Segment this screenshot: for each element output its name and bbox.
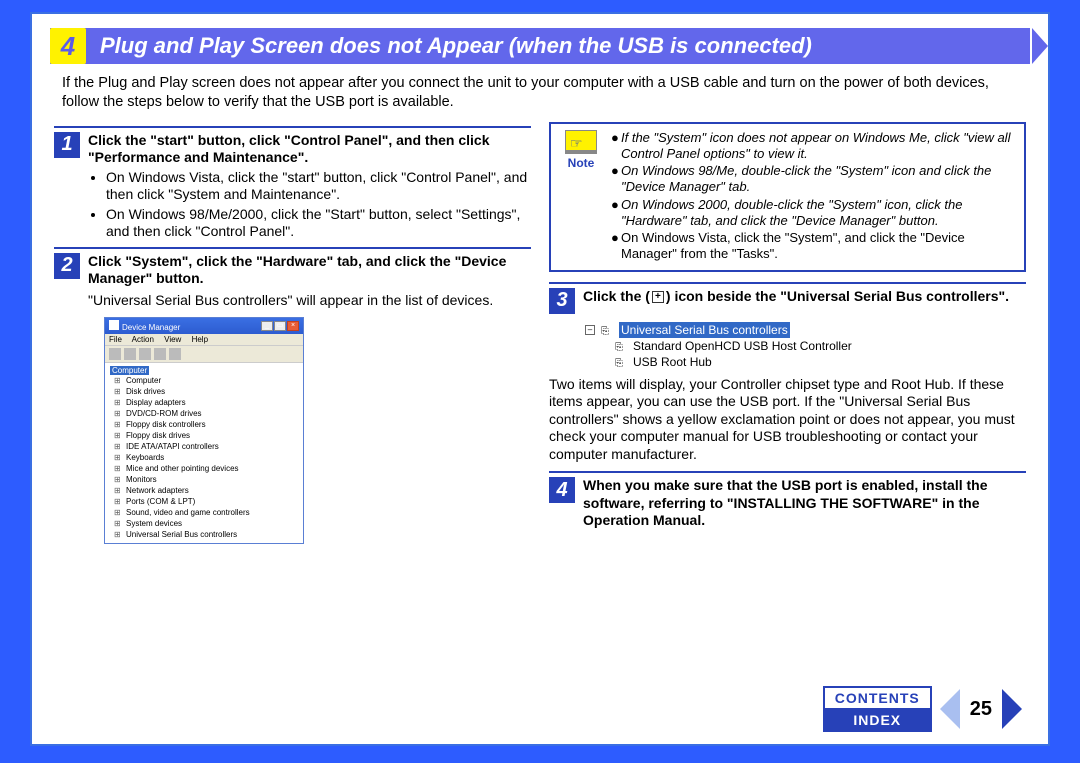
intro-paragraph: If the Plug and Play screen does not app…	[62, 74, 1022, 112]
prev-page-icon[interactable]	[940, 689, 960, 729]
step-1-heading: Click the "start" button, click "Control…	[88, 132, 490, 166]
dm-tree-item: Display adapters	[126, 397, 298, 408]
usb-icon: ⎘	[601, 324, 615, 336]
step-number-1: 1	[54, 132, 80, 158]
page: 4 Plug and Play Screen does not Appear (…	[30, 12, 1050, 746]
step-3-paragraph: Two items will display, your Controller …	[549, 376, 1026, 464]
note-item-4: On Windows Vista, click the "System", an…	[621, 230, 1016, 263]
note-list: ●If the "System" icon does not appear on…	[611, 130, 1016, 264]
note-icon: ☞	[565, 130, 597, 154]
section-number-badge: 4	[50, 28, 86, 64]
dm-tree-root: Computer	[110, 366, 149, 375]
index-button[interactable]: INDEX	[825, 710, 930, 730]
toolbar-icon	[124, 348, 136, 360]
divider	[549, 471, 1026, 473]
content-columns: 1 Click the "start" button, click "Contr…	[54, 122, 1026, 545]
dm-menu-file: File	[109, 335, 122, 344]
step-1-body: Click the "start" button, click "Control…	[88, 132, 531, 243]
plus-icon: +	[652, 291, 664, 303]
dm-tree-item: Network adapters	[126, 485, 298, 496]
dm-tree-item: Monitors	[126, 474, 298, 485]
toolbar-icon	[154, 348, 166, 360]
step-2-body: Click "System", click the "Hardware" tab…	[88, 253, 531, 288]
nav-button-group: CONTENTS INDEX	[823, 686, 932, 732]
dm-app-icon	[109, 320, 119, 330]
step-3: 3 Click the (+) icon beside the "Univers…	[549, 288, 1026, 314]
next-page-icon[interactable]	[1002, 689, 1022, 729]
footer-nav: CONTENTS INDEX 25	[823, 686, 1022, 732]
right-column: ☞ Note ●If the "System" icon does not ap…	[549, 122, 1026, 545]
dm-toolbar	[105, 346, 303, 363]
step-3-head-a: Click the (	[583, 288, 650, 304]
dm-tree: Computer Computer Disk drives Display ad…	[105, 363, 303, 543]
usb-tree-root: Universal Serial Bus controllers	[619, 322, 790, 338]
note-item-1: If the "System" icon does not appear on …	[621, 130, 1016, 163]
dm-tree-item: IDE ATA/ATAPI controllers	[126, 441, 298, 452]
note-item-2: On Windows 98/Me, double-click the "Syst…	[621, 163, 1016, 196]
toolbar-icon	[139, 348, 151, 360]
close-icon: ×	[287, 321, 299, 331]
step-3-body: Click the (+) icon beside the "Universal…	[583, 288, 1026, 314]
dm-tree-item: Mice and other pointing devices	[126, 463, 298, 474]
note-icon-column: ☞ Note	[559, 130, 603, 264]
dm-menu-help: Help	[192, 335, 208, 344]
minimize-icon: _	[261, 321, 273, 331]
step-number-3: 3	[549, 288, 575, 314]
usb-tree-child-1: Standard OpenHCD USB Host Controller	[633, 338, 852, 354]
toolbar-icon	[109, 348, 121, 360]
dm-tree-item: Computer	[126, 375, 298, 386]
dm-tree-item: Universal Serial Bus controllers	[126, 529, 298, 540]
dm-menu-action: Action	[132, 335, 154, 344]
toolbar-icon	[169, 348, 181, 360]
dm-menu-view: View	[164, 335, 181, 344]
step-4-heading: When you make sure that the USB port is …	[583, 477, 988, 528]
step-number-4: 4	[549, 477, 575, 503]
arrow-right-icon	[1032, 28, 1048, 64]
step-4-body: When you make sure that the USB port is …	[583, 477, 1026, 530]
step-1-bullet-1: On Windows Vista, click the "start" butt…	[106, 169, 531, 204]
usb-icon: ⎘	[615, 340, 629, 352]
note-item-3: On Windows 2000, double-click the "Syste…	[621, 197, 1016, 230]
step-1-bullet-2: On Windows 98/Me/2000, click the "Start"…	[106, 206, 531, 241]
section-title-bar: 4 Plug and Play Screen does not Appear (…	[50, 28, 1030, 64]
dm-tree-item: DVD/CD-ROM drives	[126, 408, 298, 419]
divider	[54, 126, 531, 128]
usb-tree-child-2: USB Root Hub	[633, 354, 712, 370]
section-heading: Plug and Play Screen does not Appear (wh…	[100, 33, 812, 59]
hand-point-icon: ☞	[570, 135, 583, 152]
step-2-heading: Click "System", click the "Hardware" tab…	[88, 253, 506, 287]
dm-tree-item: System devices	[126, 518, 298, 529]
dm-tree-item: Disk drives	[126, 386, 298, 397]
dm-tree-item: Floppy disk controllers	[126, 419, 298, 430]
note-box: ☞ Note ●If the "System" icon does not ap…	[549, 122, 1026, 272]
step-3-head-b: ) icon beside the "Universal Serial Bus …	[666, 288, 1009, 304]
step-1: 1 Click the "start" button, click "Contr…	[54, 132, 531, 243]
minus-icon: –	[585, 325, 595, 335]
step-number-2: 2	[54, 253, 80, 279]
maximize-icon: ▭	[274, 321, 286, 331]
note-label: Note	[568, 156, 595, 170]
left-column: 1 Click the "start" button, click "Contr…	[54, 122, 531, 545]
dm-window-buttons: _ ▭ ×	[261, 321, 299, 331]
dm-tree-item: Floppy disk drives	[126, 430, 298, 441]
usb-icon: ⎘	[615, 356, 629, 368]
divider	[549, 282, 1026, 284]
contents-button[interactable]: CONTENTS	[825, 688, 930, 710]
dm-tree-item: Keyboards	[126, 452, 298, 463]
usb-tree-screenshot: – ⎘ Universal Serial Bus controllers ⎘ S…	[585, 322, 1026, 370]
device-manager-screenshot: Device Manager _ ▭ × File Action View He…	[104, 317, 304, 544]
step-4: 4 When you make sure that the USB port i…	[549, 477, 1026, 530]
step-2: 2 Click "System", click the "Hardware" t…	[54, 253, 531, 288]
page-number: 25	[968, 694, 994, 725]
dm-titlebar: Device Manager _ ▭ ×	[105, 318, 303, 334]
divider	[54, 247, 531, 249]
dm-tree-item: Ports (COM & LPT)	[126, 496, 298, 507]
dm-title-text: Device Manager	[122, 323, 180, 332]
step-2-text: "Universal Serial Bus controllers" will …	[88, 292, 531, 310]
dm-tree-item: Sound, video and game controllers	[126, 507, 298, 518]
dm-menubar: File Action View Help	[105, 334, 303, 346]
